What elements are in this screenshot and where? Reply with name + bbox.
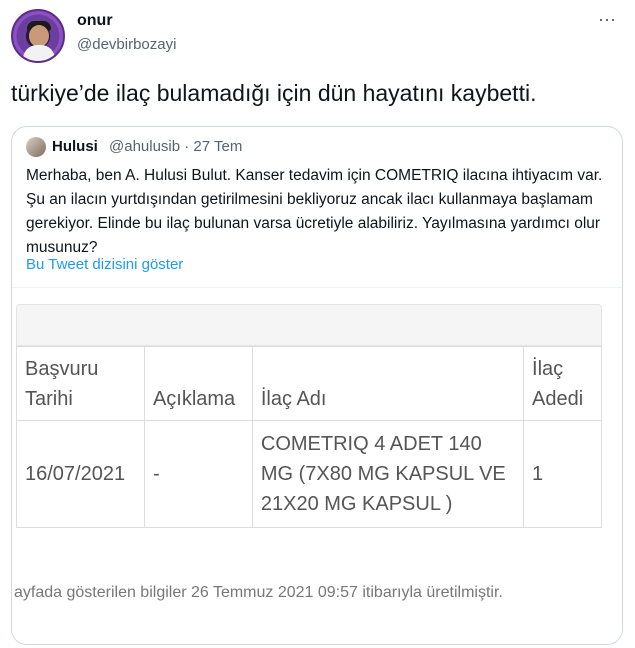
show-thread-link[interactable]: Bu Tweet dizisini göster bbox=[26, 256, 183, 273]
table-cell: COMETRIQ 4 ADET 140 MG (7X80 MG KAPSUL V… bbox=[251, 420, 525, 528]
quoted-text: Merhaba, ben A. Hulusi Bulut. Kanser ted… bbox=[26, 167, 603, 256]
avatar[interactable] bbox=[11, 9, 65, 63]
table-header-row: Başvuru Tarihi Açıklama İlaç Adı İlaç Ad… bbox=[16, 346, 602, 421]
quoted-handle-date[interactable]: @ahulusib · 27 Tem bbox=[109, 138, 242, 155]
table-row: 16/07/2021 - COMETRIQ 4 ADET 140 MG (7X8… bbox=[16, 420, 602, 528]
author-display-name[interactable]: onur bbox=[77, 12, 113, 30]
table-cell: 1 bbox=[523, 420, 602, 528]
quoted-tweet[interactable]: Hulusi @ahulusib · 27 Tem Merhaba, ben A… bbox=[11, 126, 623, 645]
attached-screenshot[interactable]: Başvuru Tarihi Açıklama İlaç Adı İlaç Ad… bbox=[12, 287, 622, 644]
table-cell: 16/07/2021 bbox=[16, 420, 145, 528]
screenshot-header-bar bbox=[16, 304, 602, 346]
column-header: İlaç Adedi bbox=[523, 346, 602, 421]
screenshot-footer-note: ayfada gösterilen bilgiler 26 Temmuz 202… bbox=[14, 584, 503, 601]
quoted-avatar[interactable] bbox=[26, 137, 46, 157]
more-options-icon[interactable]: ⋯ bbox=[598, 10, 617, 31]
quoted-display-name[interactable]: Hulusi bbox=[52, 138, 98, 155]
avatar-body bbox=[23, 45, 55, 61]
column-header: Açıklama bbox=[143, 346, 253, 421]
column-header: İlaç Adı bbox=[251, 346, 525, 421]
author-handle[interactable]: @devbirbozayi bbox=[77, 36, 176, 53]
avatar-face bbox=[29, 25, 49, 47]
table-cell: - bbox=[143, 420, 253, 528]
column-header: Başvuru Tarihi bbox=[16, 346, 145, 421]
medication-table: Başvuru Tarihi Açıklama İlaç Adı İlaç Ad… bbox=[16, 346, 602, 528]
tweet-text: türkiye’de ilaç bulamadığı için dün haya… bbox=[11, 80, 537, 106]
